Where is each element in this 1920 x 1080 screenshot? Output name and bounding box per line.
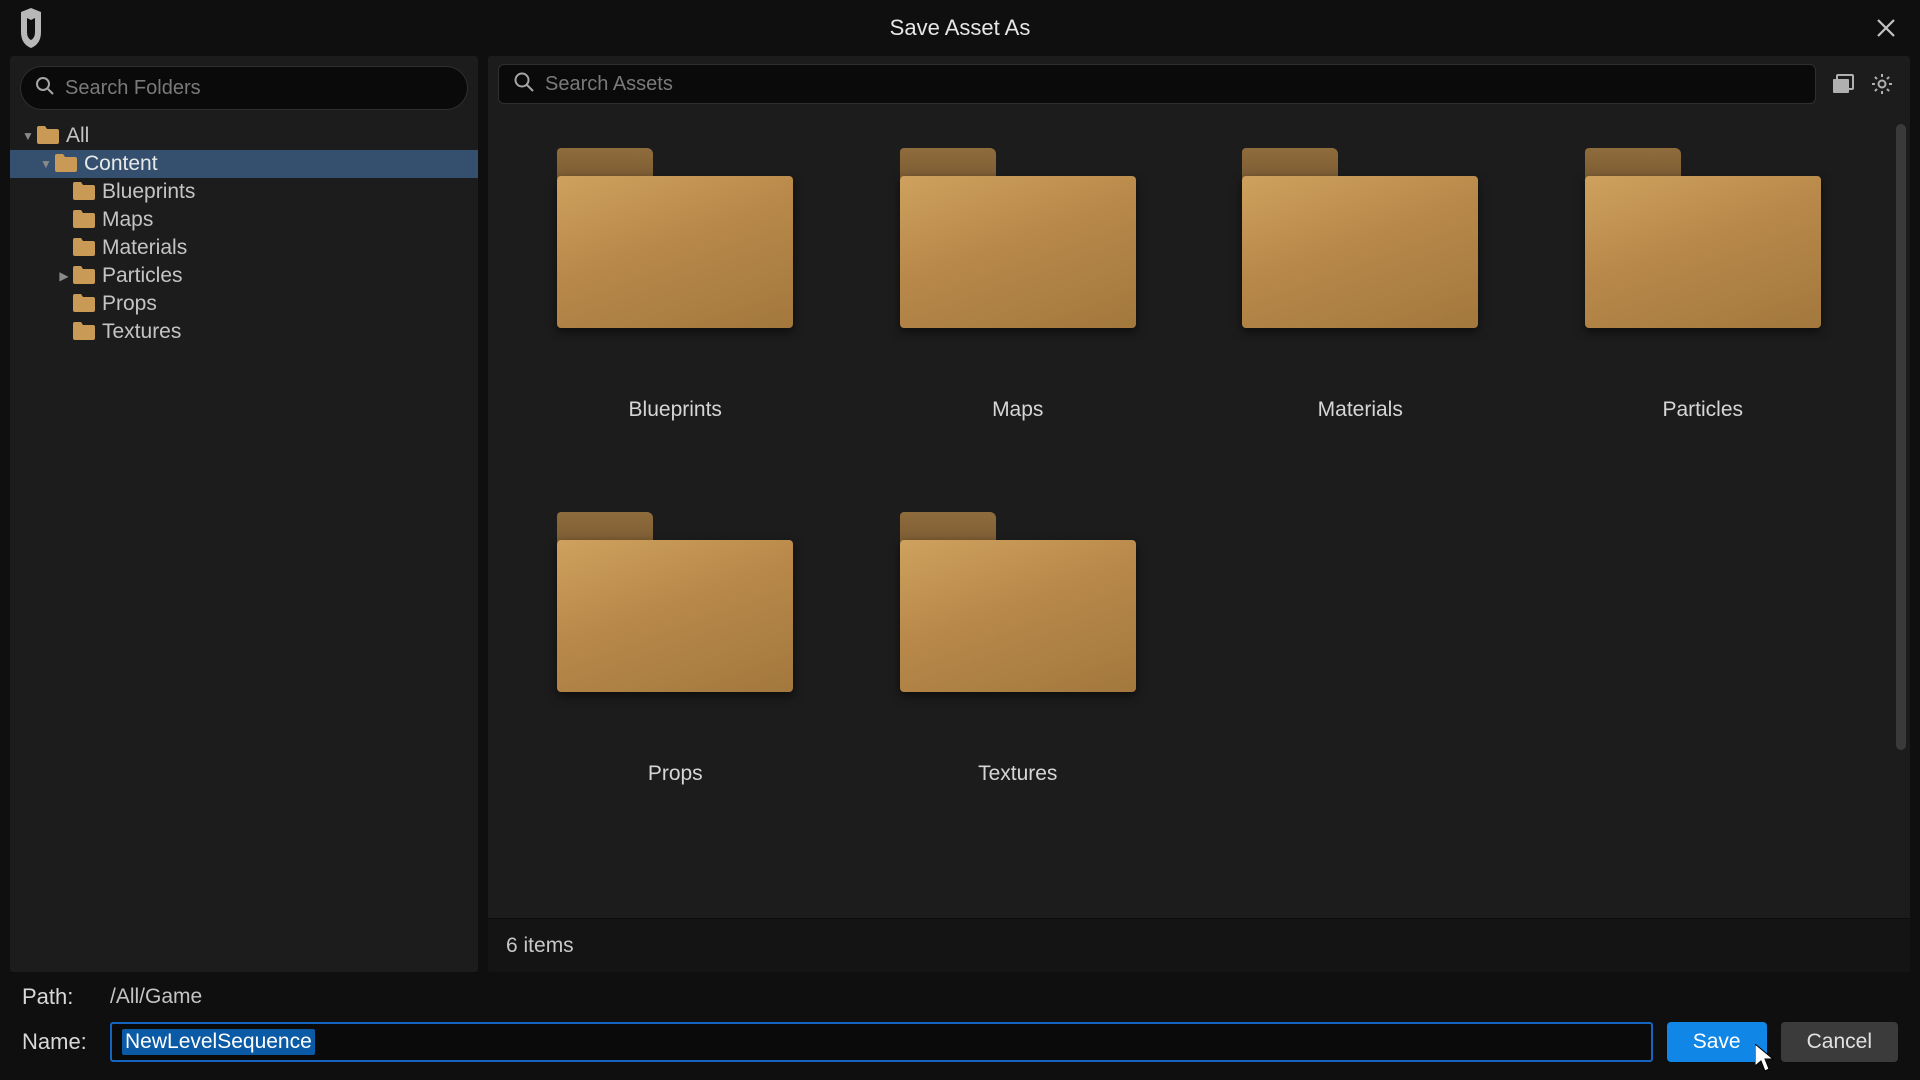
tree-item-label: Maps: [102, 206, 153, 234]
asset-search-box[interactable]: [498, 64, 1816, 104]
asset-grid: Blueprints Maps Materials Particles Prop…: [514, 148, 1884, 786]
name-row: Name: NewLevelSequence Save Cancel: [22, 1022, 1898, 1062]
scrollbar-thumb[interactable]: [1896, 124, 1906, 750]
asset-toolbar: [488, 56, 1910, 112]
folder-icon: [72, 321, 96, 343]
chevron-down-icon: ▼: [20, 122, 36, 150]
folder-item-materials[interactable]: Materials: [1199, 148, 1522, 422]
tree-item-materials[interactable]: Materials: [10, 234, 478, 262]
folder-item-blueprints[interactable]: Blueprints: [514, 148, 837, 422]
folder-item-label: Maps: [992, 398, 1043, 422]
folder-item-props[interactable]: Props: [514, 512, 837, 786]
tree-item-label: Particles: [102, 262, 183, 290]
tree-item-label: Props: [102, 290, 157, 318]
save-button[interactable]: Save: [1667, 1022, 1767, 1062]
asset-panel: Blueprints Maps Materials Particles Prop…: [488, 56, 1910, 972]
tree-item-label: All: [66, 122, 89, 150]
chevron-down-icon: ▼: [38, 150, 54, 178]
dialog-title: Save Asset As: [890, 15, 1031, 41]
tree-item-blueprints[interactable]: Blueprints: [10, 178, 478, 206]
folder-icon: [1242, 148, 1478, 328]
cancel-button[interactable]: Cancel: [1781, 1022, 1898, 1062]
folder-item-label: Props: [648, 762, 703, 786]
tree-item-textures[interactable]: Textures: [10, 318, 478, 346]
settings-icon[interactable]: [1868, 70, 1896, 98]
item-count: 6 items: [506, 934, 574, 958]
search-icon: [513, 71, 535, 98]
asset-grid-area: Blueprints Maps Materials Particles Prop…: [488, 112, 1910, 918]
tree-item-maps[interactable]: Maps: [10, 206, 478, 234]
folder-icon: [557, 512, 793, 692]
folder-icon: [900, 512, 1136, 692]
path-row: Path: /All/Game: [22, 984, 1898, 1010]
dialog-footer: Path: /All/Game Name: NewLevelSequence S…: [0, 972, 1920, 1080]
folder-icon: [72, 265, 96, 287]
folder-item-label: Materials: [1318, 398, 1403, 422]
folder-icon: [72, 237, 96, 259]
search-icon: [35, 76, 55, 101]
folder-icon: [54, 153, 78, 175]
close-button[interactable]: [1866, 8, 1906, 48]
folder-icon: [900, 148, 1136, 328]
app-logo-icon: [14, 8, 48, 48]
title-bar: Save Asset As: [0, 0, 1920, 56]
folder-icon: [72, 209, 96, 231]
tree-item-props[interactable]: Props: [10, 290, 478, 318]
path-value: /All/Game: [110, 985, 202, 1009]
folder-item-label: Particles: [1662, 398, 1743, 422]
path-label: Path:: [22, 984, 96, 1010]
scrollbar[interactable]: [1896, 124, 1906, 906]
folder-item-label: Textures: [978, 762, 1057, 786]
name-label: Name:: [22, 1029, 96, 1055]
folder-icon: [36, 125, 60, 147]
folder-item-maps[interactable]: Maps: [857, 148, 1180, 422]
asset-search-input[interactable]: [545, 73, 1801, 96]
folder-search-input[interactable]: [65, 77, 453, 100]
folder-icon: [72, 293, 96, 315]
folder-sidebar: ▼ All ▼ Content Blueprints Maps Material…: [10, 56, 478, 972]
main-split: ▼ All ▼ Content Blueprints Maps Material…: [0, 56, 1920, 972]
folder-icon: [1585, 148, 1821, 328]
asset-status-bar: 6 items: [488, 918, 1910, 972]
tree-item-label: Textures: [102, 318, 181, 346]
folder-icon: [557, 148, 793, 328]
tree-item-label: Content: [84, 150, 158, 178]
name-input[interactable]: NewLevelSequence: [110, 1022, 1653, 1062]
folder-search-box[interactable]: [20, 66, 468, 110]
name-input-value: NewLevelSequence: [122, 1029, 315, 1055]
tree-item-label: Blueprints: [102, 178, 195, 206]
save-all-icon[interactable]: [1830, 70, 1858, 98]
folder-icon: [72, 181, 96, 203]
folder-tree: ▼ All ▼ Content Blueprints Maps Material…: [10, 122, 478, 346]
tree-item-label: Materials: [102, 234, 187, 262]
tree-item-all[interactable]: ▼ All: [10, 122, 478, 150]
folder-item-label: Blueprints: [629, 398, 722, 422]
folder-item-textures[interactable]: Textures: [857, 512, 1180, 786]
chevron-right-icon: ▶: [56, 262, 72, 290]
tree-item-particles[interactable]: ▶ Particles: [10, 262, 478, 290]
tree-item-content[interactable]: ▼ Content: [10, 150, 478, 178]
folder-item-particles[interactable]: Particles: [1542, 148, 1865, 422]
